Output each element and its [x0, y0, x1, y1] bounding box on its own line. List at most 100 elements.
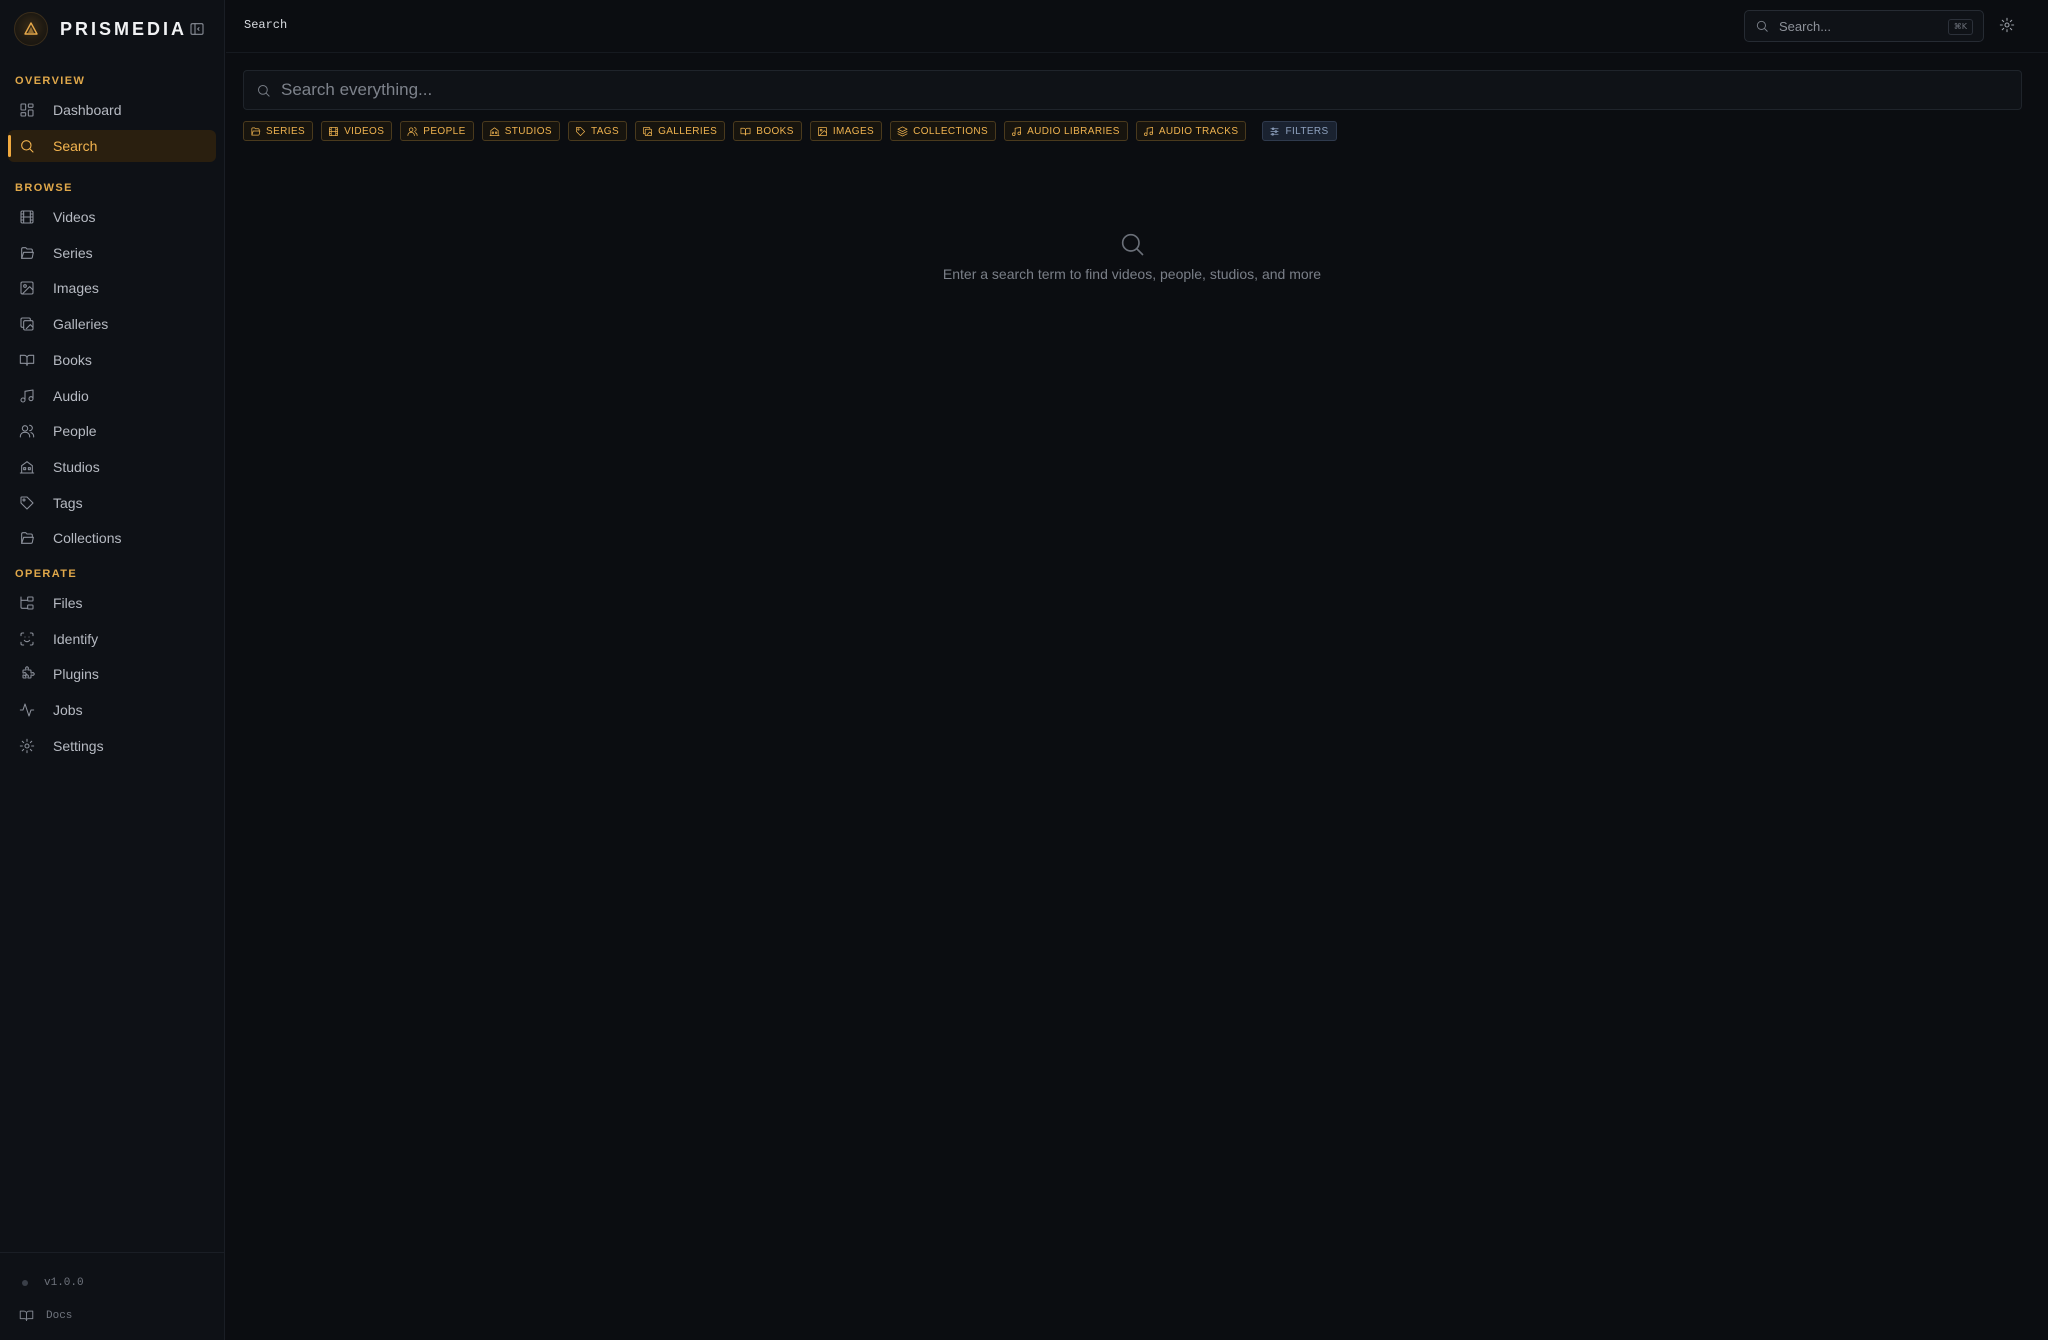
filter-chip-videos[interactable]: VIDEOS [321, 121, 393, 141]
book-open-icon [19, 1308, 34, 1323]
filter-chip-label: PEOPLE [423, 125, 466, 137]
section-label-operate: OPERATE [15, 568, 78, 580]
filter-chip-label: AUDIO TRACKS [1158, 125, 1239, 137]
sidebar-item-label: Dashboard [53, 102, 122, 118]
filter-chip-label: AUDIO LIBRARIES [1027, 125, 1120, 137]
building-icon [19, 459, 35, 475]
sidebar-item-label: Identify [53, 631, 99, 647]
shortcut-hint: ⌘K [1947, 19, 1973, 35]
folder-open-icon [19, 245, 35, 261]
filter-chip-label: SERIES [266, 125, 306, 137]
filter-chip-audio-libraries[interactable]: AUDIO LIBRARIES [1004, 121, 1128, 141]
image-icon [19, 280, 35, 296]
sidebar-item-studios[interactable]: Studios [8, 451, 216, 483]
filter-chip-label: VIDEOS [344, 125, 385, 137]
sidebar-item-videos[interactable]: Videos [8, 201, 216, 233]
sidebar-item-label: Galleries [53, 316, 109, 332]
global-search-input[interactable]: Search... ⌘K [1744, 10, 1984, 42]
search-bar[interactable] [243, 70, 2022, 110]
version-indicator: v1.0.0 [22, 1277, 84, 1289]
search-icon [256, 83, 271, 98]
sidebar-item-label: Files [53, 595, 83, 611]
sidebar-item-files[interactable]: Files [8, 587, 216, 619]
search-input[interactable] [281, 80, 1981, 100]
sidebar-item-label: Search [53, 138, 98, 154]
filter-chip-images[interactable]: IMAGES [809, 121, 883, 141]
section-label-browse: BROWSE [15, 182, 73, 194]
filter-chip-series[interactable]: SERIES [243, 121, 314, 141]
sidebar-item-search[interactable]: Search [8, 130, 216, 162]
filter-chip-people[interactable]: PEOPLE [400, 121, 474, 141]
search-icon [1118, 230, 1146, 258]
sidebar-item-galleries[interactable]: Galleries [8, 308, 216, 340]
top-bar: Search Search... ⌘K [226, 0, 2048, 53]
filters-button[interactable]: FILTERS [1262, 121, 1337, 141]
empty-state: Enter a search term to find videos, peop… [226, 230, 2038, 282]
book-open-icon [740, 126, 751, 137]
sidebar-item-settings[interactable]: Settings [8, 730, 216, 762]
music-note-icon [19, 388, 35, 404]
sidebar: PRISMEDIA OVERVIEW Dashboard Search BROWSE V… [0, 0, 225, 1340]
filter-chip-collections[interactable]: COLLECTIONS [890, 121, 997, 141]
filter-chip-label: STUDIOS [504, 125, 552, 137]
brand-name: PRISMEDIA [60, 18, 188, 39]
sidebar-item-label: Studios [53, 459, 100, 475]
sidebar-item-books[interactable]: Books [8, 344, 216, 376]
gear-icon [19, 738, 35, 754]
sidebar-item-label: Plugins [53, 666, 99, 682]
galleries-icon [19, 316, 35, 332]
sidebar-collapse-icon[interactable] [189, 21, 205, 37]
sidebar-item-images[interactable]: Images [8, 272, 216, 304]
gear-icon[interactable] [1999, 17, 2015, 33]
tag-icon [19, 495, 35, 511]
filter-chip-tags[interactable]: TAGS [567, 121, 628, 141]
type-filter-chips: SERIES VIDEOS PEOPLE STUDIOS TAGS GALLERIES BO… [243, 121, 1337, 141]
filter-chip-studios[interactable]: STUDIOS [481, 121, 560, 141]
search-icon [1755, 19, 1769, 33]
section-label-overview: OVERVIEW [15, 75, 86, 87]
building-icon [489, 126, 500, 137]
book-open-icon [19, 352, 35, 368]
breadcrumb[interactable]: Search [244, 18, 287, 32]
sidebar-item-label: Tags [53, 495, 83, 511]
sidebar-item-people[interactable]: People [8, 415, 216, 447]
film-icon [19, 209, 35, 225]
sidebar-item-label: Jobs [53, 702, 83, 718]
image-icon [817, 126, 828, 137]
filter-chip-books[interactable]: BOOKS [733, 121, 802, 141]
prismedia-logo-icon [14, 12, 48, 46]
sidebar-footer: v1.0.0 Docs [0, 1252, 225, 1340]
sidebar-item-series[interactable]: Series [8, 237, 216, 269]
brand[interactable]: PRISMEDIA [14, 12, 187, 46]
docs-label: Docs [46, 1309, 73, 1322]
sidebar-item-label: Audio [53, 388, 89, 404]
status-dot-icon [22, 1280, 28, 1286]
filter-chip-galleries[interactable]: GALLERIES [635, 121, 726, 141]
folder-tree-icon [19, 595, 35, 611]
filter-chip-audio-tracks[interactable]: AUDIO TRACKS [1135, 121, 1247, 141]
global-search-placeholder: Search... [1779, 18, 1832, 34]
sidebar-item-tags[interactable]: Tags [8, 487, 216, 519]
sidebar-item-identify[interactable]: Identify [8, 623, 216, 655]
sidebar-item-dashboard[interactable]: Dashboard [8, 94, 216, 126]
scan-face-icon [19, 631, 35, 647]
layers-icon [897, 126, 908, 137]
sidebar-item-plugins[interactable]: Plugins [8, 658, 216, 690]
folder-icon [19, 530, 35, 546]
sidebar-item-collections[interactable]: Collections [8, 522, 216, 554]
music-note-icon [1143, 126, 1154, 137]
folder-open-icon [250, 126, 261, 137]
sidebar-item-label: Collections [53, 530, 122, 546]
version-label: v1.0.0 [44, 1277, 84, 1289]
sidebar-item-label: Images [53, 280, 99, 296]
docs-link[interactable]: Docs [19, 1308, 72, 1323]
activity-icon [19, 702, 35, 718]
filter-chip-label: COLLECTIONS [913, 125, 989, 137]
dashboard-icon [19, 102, 35, 118]
sidebar-item-label: Series [53, 245, 93, 261]
galleries-icon [642, 126, 653, 137]
tag-icon [575, 126, 586, 137]
filter-chip-label: IMAGES [832, 125, 875, 137]
sidebar-item-jobs[interactable]: Jobs [8, 694, 216, 726]
sidebar-item-audio[interactable]: Audio [8, 380, 216, 412]
